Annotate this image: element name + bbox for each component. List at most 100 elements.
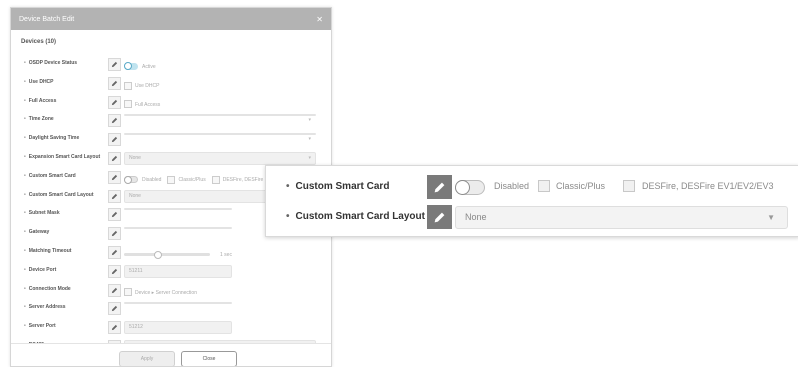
modal-footer: Apply Close xyxy=(11,343,331,366)
row-control xyxy=(124,227,232,238)
settings-row: Server Port 51212 xyxy=(11,320,331,335)
slider-thumb[interactable] xyxy=(154,251,162,260)
row-control xyxy=(124,208,232,219)
input-value: 51211 xyxy=(129,267,143,274)
pencil-icon[interactable] xyxy=(108,114,121,128)
row-label: Time Zone xyxy=(24,116,54,122)
select-field[interactable] xyxy=(124,114,316,117)
custom-smart-card-layout-select[interactable]: None ▼ xyxy=(455,206,788,229)
text-input[interactable]: 51212 xyxy=(124,321,232,335)
modal-title: Device Batch Edit xyxy=(19,15,75,23)
row-label: Connection Mode xyxy=(24,286,71,292)
pencil-icon[interactable] xyxy=(108,208,121,222)
settings-row: Time Zone xyxy=(11,113,331,128)
pencil-icon[interactable] xyxy=(427,205,452,229)
custom-smart-card-row: Custom Smart Card Disabled Classic/Plus … xyxy=(266,175,798,201)
row-control: 1 sec xyxy=(124,246,232,260)
custom-smart-card-label: Custom Smart Card xyxy=(286,181,390,192)
chevron-down-icon: ▼ xyxy=(767,213,775,222)
toggle-switch[interactable] xyxy=(124,62,138,71)
row-control: None xyxy=(124,152,316,165)
row-label: Device Port xyxy=(24,267,57,273)
option-label: Classic/Plus xyxy=(178,176,206,183)
checkbox-label: Device ▸ Server Connection xyxy=(135,289,197,296)
row-control: Use DHCP xyxy=(124,77,160,90)
classic-plus-label: Classic/Plus xyxy=(556,181,606,191)
row-label: Expansion Smart Card Layout xyxy=(24,154,100,160)
row-label: Gateway xyxy=(24,229,50,235)
pencil-icon[interactable] xyxy=(108,170,121,184)
option-checkbox[interactable] xyxy=(211,175,220,184)
settings-row: Full Access Full Access xyxy=(11,95,331,109)
pencil-icon[interactable] xyxy=(108,76,121,90)
input-value: 51212 xyxy=(129,324,143,331)
settings-row: Server Address xyxy=(11,301,331,316)
row-control xyxy=(124,133,316,144)
settings-row: Device Port 51211 xyxy=(11,264,331,278)
classic-plus-checkbox[interactable] xyxy=(538,180,550,192)
settings-row: Matching Timeout 1 sec xyxy=(11,245,331,260)
pencil-icon[interactable] xyxy=(108,152,121,165)
pencil-icon[interactable] xyxy=(108,133,121,147)
pencil-icon[interactable] xyxy=(427,175,452,199)
pencil-icon[interactable] xyxy=(108,246,121,259)
toggle-state-text: Disabled xyxy=(494,181,530,191)
pencil-icon[interactable] xyxy=(108,227,121,241)
row-label: Server Port xyxy=(24,323,56,329)
settings-row: Use DHCP Use DHCP xyxy=(11,76,331,90)
toggle-text: Active xyxy=(142,63,156,70)
checkbox[interactable] xyxy=(124,288,132,297)
row-control xyxy=(124,302,232,313)
close-icon[interactable]: ✕ xyxy=(316,15,323,24)
row-label: Use DHCP xyxy=(24,79,54,85)
select-value: None xyxy=(129,155,141,161)
zoom-callout: Custom Smart Card Disabled Classic/Plus … xyxy=(265,165,798,237)
option-checkbox[interactable] xyxy=(167,175,176,184)
row-label: Server Address xyxy=(24,304,66,310)
select-field[interactable]: None xyxy=(124,152,316,165)
desfire-checkbox[interactable] xyxy=(623,180,635,192)
row-control: Active xyxy=(124,58,162,71)
desfire-label: DESFire, DESFire EV1/EV2/EV3 xyxy=(642,181,774,191)
select-value: None xyxy=(465,212,487,222)
toggle-switch[interactable] xyxy=(124,176,138,185)
text-input[interactable] xyxy=(124,208,232,211)
pencil-icon[interactable] xyxy=(108,58,121,71)
row-label: Custom Smart Card Layout xyxy=(24,192,94,198)
row-control: 51212 xyxy=(124,321,232,335)
row-control: Full Access xyxy=(124,96,160,109)
row-control: Device ▸ Server Connection xyxy=(124,284,197,297)
checkbox[interactable] xyxy=(124,100,132,109)
custom-smart-card-layout-row: Custom Smart Card Layout None ▼ xyxy=(266,205,798,231)
pencil-icon[interactable] xyxy=(108,264,121,278)
slider-value-text: 1 sec xyxy=(220,251,232,258)
pencil-icon[interactable] xyxy=(108,302,121,316)
pencil-icon[interactable] xyxy=(108,321,121,335)
row-label: Subnet Mask xyxy=(24,210,60,216)
row-label: Custom Smart Card xyxy=(24,173,76,179)
checkbox[interactable] xyxy=(124,81,132,90)
row-label: OSDP Device Status xyxy=(24,60,77,66)
modal-header: Device Batch Edit ✕ xyxy=(11,8,331,30)
text-input[interactable]: 51211 xyxy=(124,264,232,278)
custom-smart-card-toggle[interactable] xyxy=(455,180,485,195)
checkbox-label: Use DHCP xyxy=(135,82,160,89)
toggle-text: Disabled xyxy=(142,176,162,183)
settings-row: Expansion Smart Card Layout None xyxy=(11,151,331,165)
settings-row: Connection Mode Device ▸ Server Connectio… xyxy=(11,283,331,297)
slider[interactable] xyxy=(124,251,210,260)
row-control: 51211 xyxy=(124,264,232,278)
pencil-icon[interactable] xyxy=(108,95,121,109)
custom-smart-card-layout-label: Custom Smart Card Layout xyxy=(286,211,425,222)
select-field[interactable] xyxy=(124,133,316,136)
text-input[interactable] xyxy=(124,227,232,230)
text-input[interactable] xyxy=(124,302,232,305)
row-label: Daylight Saving Time xyxy=(24,135,79,141)
devices-count-label: Devices (10) xyxy=(21,39,57,45)
pencil-icon[interactable] xyxy=(108,189,121,203)
row-label: Full Access xyxy=(24,98,57,104)
settings-row: OSDP Device Status Active xyxy=(11,57,331,71)
settings-row: Daylight Saving Time xyxy=(11,132,331,147)
pencil-icon[interactable] xyxy=(108,283,121,297)
row-label: Matching Timeout xyxy=(24,248,72,254)
